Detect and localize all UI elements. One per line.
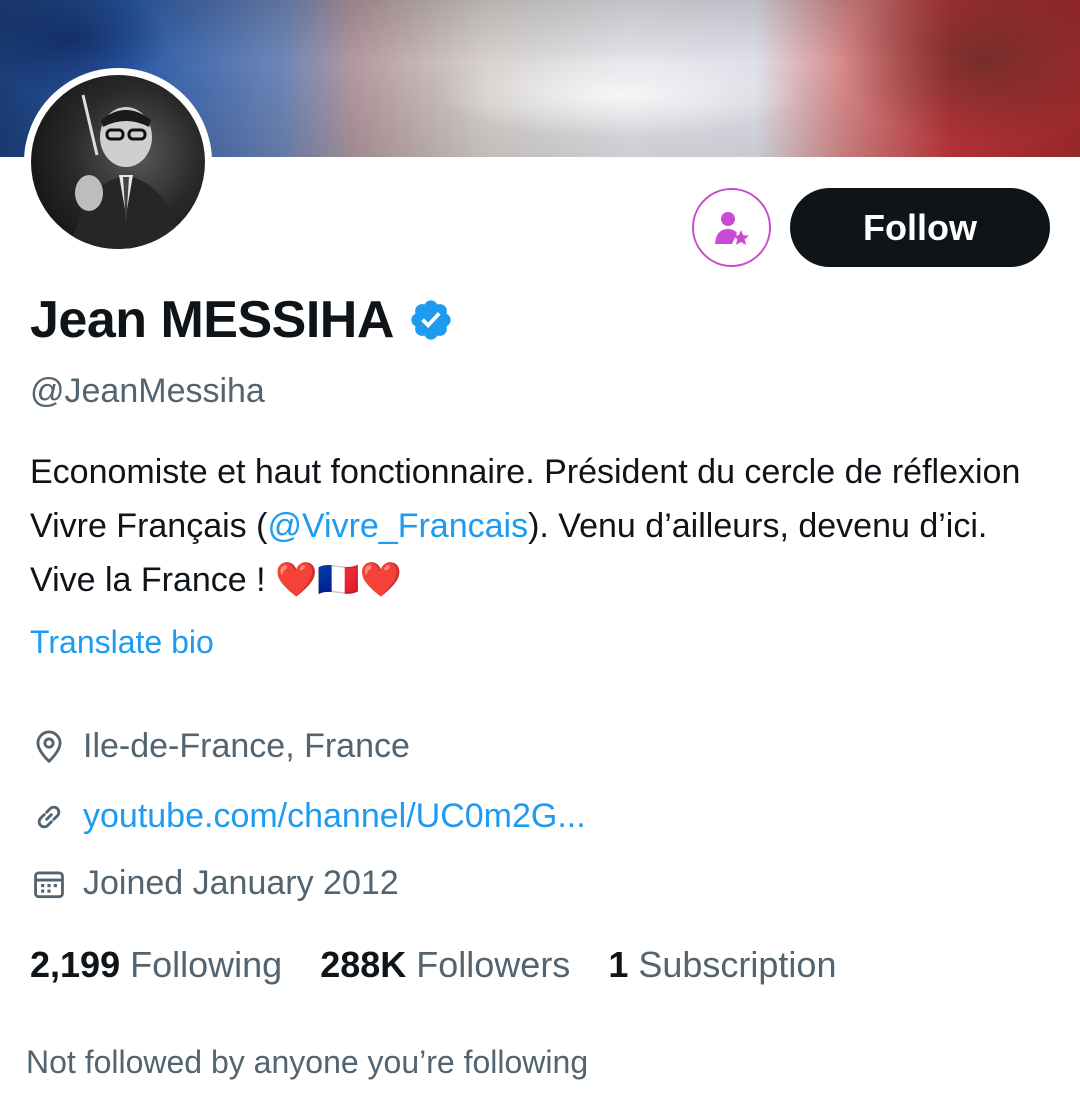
followed-by-text: Not followed by anyone you’re following <box>26 1044 589 1080</box>
calendar-icon <box>34 870 64 898</box>
avatar-silhouette <box>71 94 181 249</box>
avatar-photo <box>31 75 205 249</box>
follow-button[interactable]: Follow <box>790 188 1050 267</box>
verified-badge-icon[interactable] <box>408 297 454 343</box>
profile-website: youtube.com/channel/UC0m2G... <box>30 797 586 836</box>
profile-name-row: Jean MESSIHA <box>30 290 454 350</box>
profile-name: Jean MESSIHA <box>30 291 394 349</box>
following-count: 2,199 <box>30 944 121 985</box>
profile-stats: 2,199 Following 288K Followers 1 Subscri… <box>30 944 874 986</box>
location-text: Ile-de-France, France <box>83 727 410 765</box>
joined-text: Joined January 2012 <box>83 864 399 902</box>
location-pin-icon <box>36 730 62 763</box>
profile-joined: Joined January 2012 <box>30 864 399 903</box>
followers-label: Followers <box>416 944 571 985</box>
following-stat[interactable]: 2,199 Following <box>30 944 282 986</box>
profile-handle: @JeanMessiha <box>30 372 265 410</box>
subscribe-button[interactable] <box>692 188 771 267</box>
subscriptions-stat[interactable]: 1 Subscription <box>608 944 836 986</box>
followers-stat[interactable]: 288K Followers <box>320 944 570 986</box>
subscriptions-count: 1 <box>608 944 629 985</box>
translate-bio-link[interactable]: Translate bio <box>30 624 214 661</box>
website-link[interactable]: youtube.com/channel/UC0m2G... <box>83 797 586 836</box>
person-star-icon <box>714 211 749 245</box>
profile-location: Ile-de-France, France <box>30 727 410 766</box>
profile-bio: Economiste et haut fonctionnaire. Présid… <box>30 445 1060 607</box>
avatar[interactable] <box>24 68 212 256</box>
subscriptions-label: Subscription <box>638 944 837 985</box>
bio-mention-link[interactable]: @Vivre_Francais <box>267 507 528 545</box>
followers-count: 288K <box>320 944 407 985</box>
link-icon <box>37 805 61 828</box>
following-label: Following <box>130 944 283 985</box>
